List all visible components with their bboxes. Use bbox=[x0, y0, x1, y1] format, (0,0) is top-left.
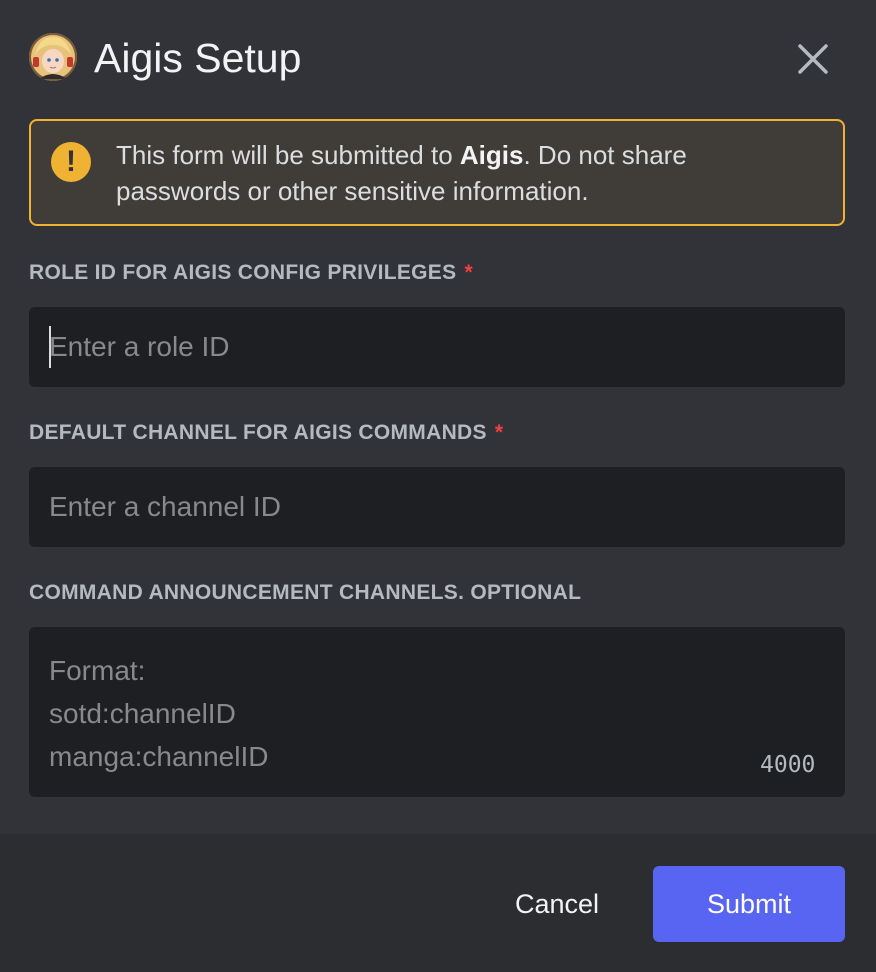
role-id-label: Role ID for Aigis config privileges * bbox=[29, 261, 473, 285]
announcement-channels-textarea[interactable] bbox=[29, 627, 845, 797]
default-channel-input[interactable] bbox=[29, 467, 845, 547]
char-limit-counter: 4000 bbox=[760, 752, 816, 778]
bot-avatar bbox=[29, 33, 77, 81]
setup-modal: Aigis Setup ! This form will be submitte… bbox=[0, 0, 876, 972]
role-id-input[interactable] bbox=[29, 307, 845, 387]
close-icon bbox=[798, 44, 828, 74]
modal-title: Aigis Setup bbox=[94, 35, 302, 81]
notice-text: This form will be submitted to Aigis. Do… bbox=[116, 137, 816, 209]
required-marker: * bbox=[494, 421, 504, 444]
cancel-button[interactable]: Cancel bbox=[493, 866, 621, 942]
notice-text-prefix: This form will be submitted to bbox=[116, 140, 460, 170]
close-button[interactable] bbox=[790, 36, 836, 82]
avatar-image bbox=[29, 33, 77, 81]
text-caret bbox=[49, 326, 51, 368]
required-marker: * bbox=[464, 261, 473, 284]
default-channel-label: Default channel for Aigis commands * bbox=[29, 421, 503, 445]
default-channel-label-text: Default channel for Aigis commands bbox=[29, 421, 487, 444]
modal-header: Aigis Setup bbox=[0, 0, 876, 118]
submit-button[interactable]: Submit bbox=[653, 866, 845, 942]
notice-bot-name: Aigis bbox=[459, 140, 524, 170]
warning-notice: ! This form will be submitted to Aigis. … bbox=[29, 119, 845, 226]
role-id-label-text: Role ID for Aigis config privileges bbox=[29, 261, 457, 284]
announcement-channels-label: Command announcement channels. Optional bbox=[29, 581, 582, 604]
warning-icon: ! bbox=[51, 142, 91, 182]
